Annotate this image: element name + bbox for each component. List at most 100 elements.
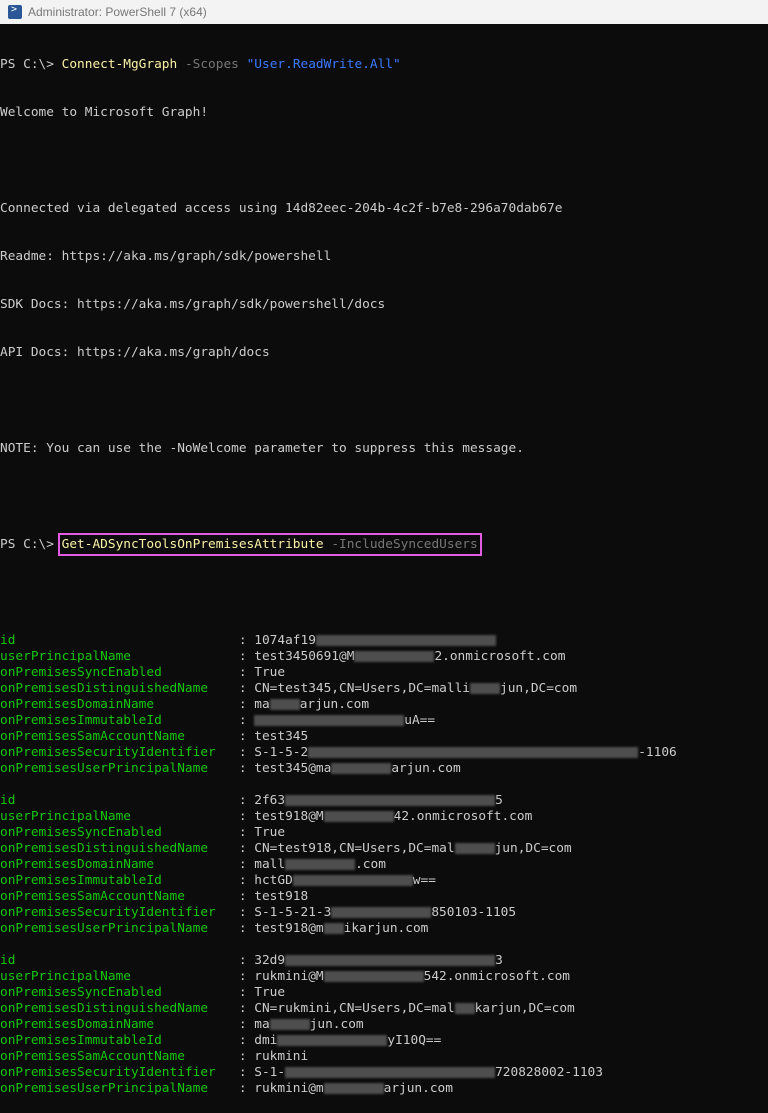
redacted-value xyxy=(323,811,394,822)
redacted-value xyxy=(254,715,405,726)
field-value: 1074af19 xyxy=(254,633,316,648)
field-separator: : xyxy=(238,841,255,856)
field-value: CN=rukmini,CN=Users,DC=mal xyxy=(254,1001,455,1016)
field-value: S-1-5-2 xyxy=(254,745,309,760)
record-field: onPremisesSecurityIdentifier : S-1- 72082… xyxy=(0,1065,768,1081)
field-key: onPremisesDomainName xyxy=(0,1017,239,1032)
field-value: 542.onmicrosoft.com xyxy=(423,969,570,984)
field-value: 3 xyxy=(495,953,503,968)
redacted-value xyxy=(331,763,392,774)
field-separator: : xyxy=(238,1017,255,1032)
field-separator: : xyxy=(238,809,255,824)
field-key: userPrincipalName xyxy=(0,809,239,824)
field-key: onPremisesDomainName xyxy=(0,857,239,872)
field-key: onPremisesUserPrincipalName xyxy=(0,921,239,936)
field-key: onPremisesSecurityIdentifier xyxy=(0,905,239,920)
field-value: rukmini xyxy=(254,1049,309,1064)
redacted-value xyxy=(269,1019,310,1030)
command-line-connect: PS C:\> Connect-MgGraph -Scopes "User.Re… xyxy=(0,57,768,73)
field-value: 42.onmicrosoft.com xyxy=(393,809,533,824)
field-separator: : xyxy=(238,921,255,936)
field-key: onPremisesSamAccountName xyxy=(0,729,239,744)
field-value: arjun.com xyxy=(391,761,461,776)
field-separator: : xyxy=(238,1081,255,1096)
redacted-value xyxy=(331,907,432,918)
record-field: onPremisesSyncEnabled : True xyxy=(0,985,768,1001)
record-field: id : 2f63 5 xyxy=(0,793,768,809)
record-field: onPremisesDistinguishedName : CN=test918… xyxy=(0,841,768,857)
redacted-value xyxy=(285,1067,496,1078)
record-field: id : 32d9 3 xyxy=(0,953,768,969)
redacted-value xyxy=(454,843,495,854)
field-separator: : xyxy=(238,649,255,664)
record-field: onPremisesDomainName : ma arjun.com xyxy=(0,697,768,713)
field-value: test345 xyxy=(254,729,309,744)
field-value: ikarjun.com xyxy=(343,921,429,936)
field-value: karjun,DC=com xyxy=(474,1001,575,1016)
record-field: onPremisesImmutableId : uA== xyxy=(0,713,768,729)
record-field: onPremisesSamAccountName : test345 xyxy=(0,729,768,745)
field-value: S-1- xyxy=(254,1065,286,1080)
record-field: id : 1074af19 xyxy=(0,633,768,649)
field-separator: : xyxy=(238,953,255,968)
field-key: onPremisesSyncEnabled xyxy=(0,985,239,1000)
record-field: onPremisesSamAccountName : test918 xyxy=(0,889,768,905)
redacted-value xyxy=(277,1035,388,1046)
redacted-value xyxy=(315,635,496,646)
record-field: userPrincipalName : rukmini@M 542.onmicro… xyxy=(0,969,768,985)
field-separator: : xyxy=(238,905,255,920)
field-value: rukmini@m xyxy=(254,1081,324,1096)
prompt: PS C:\> xyxy=(0,537,62,552)
redacted-value xyxy=(323,923,344,934)
redacted-value xyxy=(285,795,496,806)
redacted-value xyxy=(323,1083,384,1094)
field-separator: : xyxy=(238,1033,255,1048)
field-value: True xyxy=(254,665,286,680)
field-separator: : xyxy=(238,873,255,888)
field-separator: : xyxy=(238,697,255,712)
redacted-value xyxy=(323,971,424,982)
field-separator: : xyxy=(238,1001,255,1016)
record-field: onPremisesDistinguishedName : CN=rukmini… xyxy=(0,1001,768,1017)
field-key: onPremisesSamAccountName xyxy=(0,889,239,904)
console-output[interactable]: PS C:\> Connect-MgGraph -Scopes "User.Re… xyxy=(0,24,768,1113)
field-key: onPremisesDistinguishedName xyxy=(0,841,239,856)
field-key: userPrincipalName xyxy=(0,969,239,984)
highlighted-command: Get-ADSyncToolsOnPremisesAttribute -Incl… xyxy=(57,533,482,556)
record-field: onPremisesImmutableId : dmi yI10Q== xyxy=(0,1033,768,1049)
window-title: Administrator: PowerShell 7 (x64) xyxy=(28,5,207,19)
field-value: w== xyxy=(412,873,436,888)
field-value: uA== xyxy=(404,713,436,728)
field-separator: : xyxy=(238,1065,255,1080)
field-value: yI10Q== xyxy=(387,1033,442,1048)
field-value: test918@m xyxy=(254,921,324,936)
field-value: ma xyxy=(254,697,270,712)
field-value: 2f63 xyxy=(254,793,286,808)
field-separator: : xyxy=(238,985,255,1000)
output-line: NOTE: You can use the -NoWelcome paramet… xyxy=(0,441,524,456)
field-value: jun.com xyxy=(309,1017,364,1032)
command-arg: "User.ReadWrite.All" xyxy=(246,57,401,72)
field-value: arjun.com xyxy=(383,1081,453,1096)
field-value: hctGD xyxy=(254,873,293,888)
field-separator: : xyxy=(238,633,255,648)
field-value: -1106 xyxy=(638,745,677,760)
record-field: onPremisesSyncEnabled : True xyxy=(0,665,768,681)
record-field: onPremisesDomainName : mall .com xyxy=(0,857,768,873)
field-key: onPremisesDistinguishedName xyxy=(0,1001,239,1016)
field-key: onPremisesImmutableId xyxy=(0,873,239,888)
field-value: rukmini@M xyxy=(254,969,324,984)
command-name: Connect-MgGraph xyxy=(61,57,178,72)
record-field: onPremisesDomainName : ma jun.com xyxy=(0,1017,768,1033)
redacted-value xyxy=(292,875,413,886)
field-key: id xyxy=(0,953,239,968)
field-separator: : xyxy=(238,761,255,776)
field-separator: : xyxy=(238,1049,255,1064)
field-key: id xyxy=(0,633,239,648)
redacted-value xyxy=(454,1003,475,1014)
field-key: onPremisesSyncEnabled xyxy=(0,825,239,840)
output-line: Connected via delegated access using 14d… xyxy=(0,201,563,216)
field-value: dmi xyxy=(254,1033,278,1048)
field-key: onPremisesImmutableId xyxy=(0,713,239,728)
record-field: onPremisesImmutableId : hctGD w== xyxy=(0,873,768,889)
